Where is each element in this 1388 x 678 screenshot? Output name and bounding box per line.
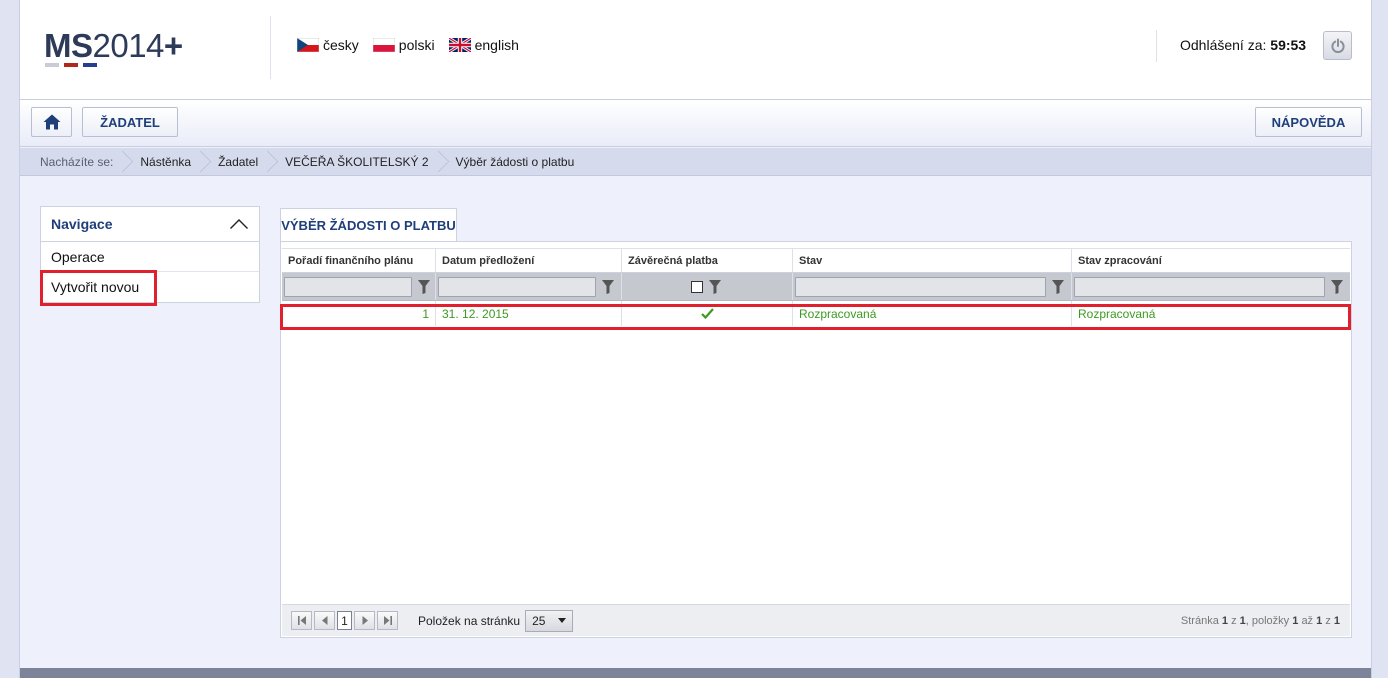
- home-button[interactable]: [31, 107, 72, 137]
- lang-english[interactable]: english: [448, 37, 519, 53]
- zadatel-button[interactable]: ŽADATEL: [82, 107, 178, 137]
- logout-countdown: Odhlášení za: 59:53: [1180, 37, 1306, 53]
- filter-input-stav-zpracovani[interactable]: [1074, 276, 1325, 297]
- filter-icon[interactable]: [1328, 278, 1346, 296]
- lang-polish-label: polski: [398, 37, 435, 53]
- filter-input-poradi[interactable]: [284, 276, 412, 297]
- filter-icon[interactable]: [706, 278, 724, 296]
- filter-icon[interactable]: [1049, 278, 1067, 296]
- column-header-poradi[interactable]: Pořadí finančního plánu: [282, 249, 436, 272]
- pager: 1 Položek na stránku 25 Stránka 1 z 1, p…: [282, 604, 1350, 636]
- polish-flag-icon: [372, 38, 395, 52]
- logout-timer: 59:53: [1270, 37, 1307, 53]
- navigation-title: Navigace: [51, 216, 113, 232]
- breadcrumb-item-project[interactable]: VEČEŘA ŠKOLITELSKÝ 2: [272, 148, 442, 176]
- uk-flag-icon: [448, 38, 471, 52]
- logout-label: Odhlášení za:: [1180, 37, 1267, 53]
- breadcrumb-item-zadatel[interactable]: Žadatel: [205, 148, 272, 176]
- first-page-icon: [297, 616, 306, 625]
- chevron-up-icon[interactable]: [229, 218, 249, 230]
- app-logo[interactable]: MS2014+: [44, 28, 183, 72]
- pager-info-to: 1: [1316, 614, 1323, 627]
- grid-filter-row: [282, 273, 1350, 301]
- table-row[interactable]: 1 31. 12. 2015 Rozpracovaná Rozpracovaná: [282, 301, 1350, 326]
- lang-polish[interactable]: polski: [372, 37, 435, 53]
- checkmark-icon: [700, 308, 714, 319]
- logo-year: 2014: [92, 27, 165, 64]
- pager-info-items: , položky: [1245, 614, 1290, 627]
- last-page-button[interactable]: [377, 611, 398, 630]
- lang-czech-label: česky: [323, 37, 359, 53]
- pager-info-total-items: 1: [1333, 614, 1340, 627]
- filter-input-stav[interactable]: [795, 276, 1046, 297]
- per-page-select[interactable]: 25: [525, 609, 574, 632]
- column-header-stav[interactable]: Stav: [793, 249, 1072, 272]
- breadcrumb-label: Nacházíte se:: [20, 148, 127, 176]
- first-page-button[interactable]: [291, 611, 312, 630]
- pager-info: Stránka 1 z 1, položky 1 až 1 z 1: [1181, 615, 1340, 627]
- nav-item-operace[interactable]: Operace: [41, 242, 259, 272]
- breadcrumb-item-current: Výběr žádosti o platbu: [455, 154, 575, 169]
- power-icon: [1330, 38, 1345, 53]
- logo-plus: +: [163, 27, 183, 64]
- filter-icon[interactable]: [415, 278, 433, 296]
- header-divider-right: [1156, 30, 1157, 62]
- prev-page-button[interactable]: [314, 611, 335, 630]
- czech-flag-icon: [297, 38, 319, 52]
- pager-info-to-word: až: [1301, 614, 1314, 627]
- next-page-button[interactable]: [354, 611, 375, 630]
- per-page-label: Položek na stránku: [418, 613, 521, 628]
- current-page-input[interactable]: 1: [337, 611, 352, 630]
- breadcrumb: Nacházíte se: Nástěnka Žadatel VEČEŘA ŠK…: [20, 148, 1371, 176]
- cell-datum: 31. 12. 2015: [436, 301, 622, 326]
- app-frame: MS2014+ česky polski english Odhlášení z…: [19, 0, 1372, 678]
- column-header-stav-zpracovani[interactable]: Stav zpracování: [1072, 249, 1350, 272]
- logo-ms: MS: [44, 27, 93, 64]
- grid-header: Pořadí finančního plánu Datum předložení…: [282, 248, 1350, 273]
- cell-zaverecna: [622, 301, 793, 326]
- next-page-icon: [362, 616, 368, 625]
- caret-down-icon: [558, 618, 567, 623]
- breadcrumb-item-nastenka[interactable]: Nástěnka: [127, 148, 205, 176]
- header: MS2014+ česky polski english Odhlášení z…: [20, 0, 1371, 100]
- cell-poradi: 1: [282, 301, 436, 326]
- pager-info-from: 1: [1292, 614, 1299, 627]
- navigation-panel: Navigace Operace Vytvořit novou: [40, 206, 260, 303]
- pager-info-of-2: z: [1325, 614, 1331, 627]
- per-page-value: 25: [532, 613, 546, 628]
- column-header-datum[interactable]: Datum předložení: [436, 249, 622, 272]
- cell-stav-zpracovani: Rozpracovaná: [1078, 306, 1156, 321]
- footer-bar: [20, 668, 1371, 678]
- language-switcher: česky polski english: [297, 36, 533, 54]
- header-divider: [270, 16, 271, 79]
- lang-czech[interactable]: česky: [297, 37, 359, 53]
- logo-color-bars: [45, 63, 105, 67]
- cell-stav: Rozpracovaná: [793, 301, 1072, 326]
- filter-icon[interactable]: [599, 278, 617, 296]
- logout-button[interactable]: [1323, 31, 1352, 60]
- filter-checkbox-zaverecna[interactable]: [690, 280, 703, 293]
- tab-vyber-zadosti[interactable]: VÝBĚR ŽÁDOSTI O PLATBU: [280, 208, 457, 242]
- last-page-icon: [383, 616, 392, 625]
- pager-info-page: 1: [1221, 614, 1229, 627]
- navigation-header[interactable]: Navigace: [41, 207, 259, 242]
- pager-info-prefix: Stránka: [1180, 614, 1219, 627]
- home-icon: [43, 114, 60, 130]
- help-button[interactable]: NÁPOVĚDA: [1255, 107, 1362, 137]
- prev-page-icon: [321, 616, 327, 625]
- column-header-zaverecna[interactable]: Závěrečná platba: [622, 249, 793, 272]
- filter-input-datum[interactable]: [438, 276, 596, 297]
- data-grid: Pořadí finančního plánu Datum předložení…: [280, 241, 1352, 638]
- toolbar: ŽADATEL NÁPOVĚDA: [20, 100, 1371, 147]
- nav-item-vytvorit-novou[interactable]: Vytvořit novou: [41, 272, 259, 302]
- pager-info-of: z: [1231, 614, 1237, 627]
- lang-english-label: english: [474, 37, 519, 53]
